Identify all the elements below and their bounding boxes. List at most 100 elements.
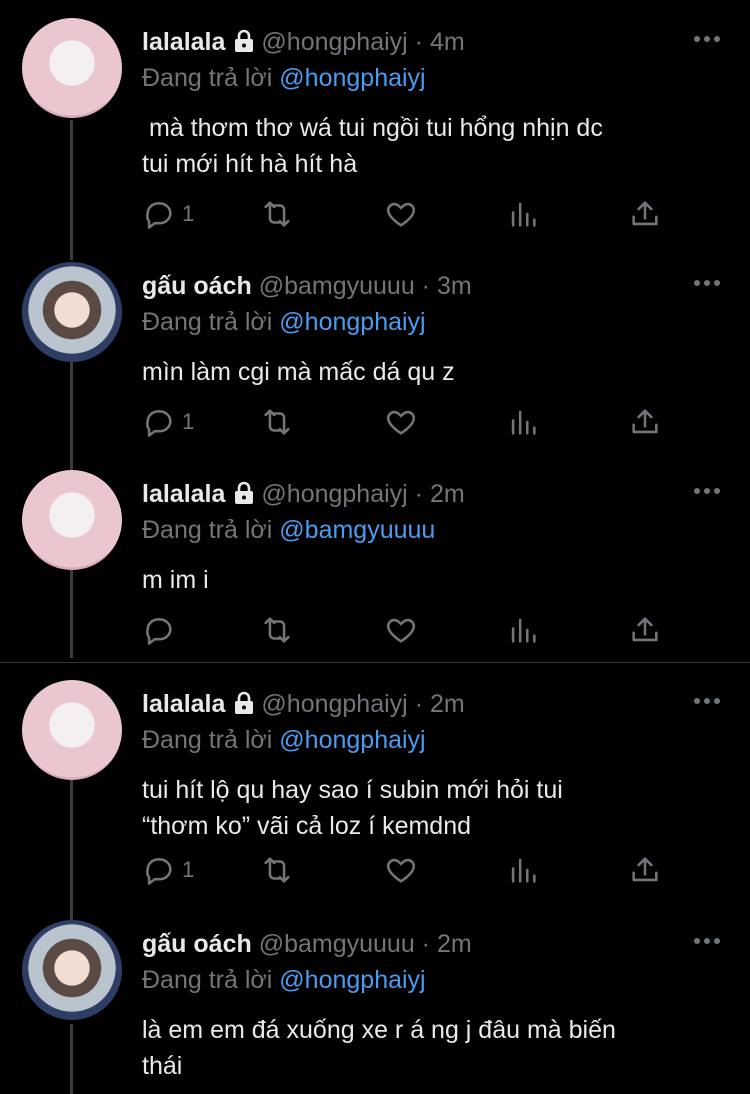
like-button[interactable]: [384, 404, 418, 440]
views-button[interactable]: [506, 404, 540, 440]
reply-button[interactable]: 1: [142, 196, 194, 232]
timestamp[interactable]: 2m: [437, 930, 472, 958]
retweet-icon: [264, 201, 290, 227]
views-button[interactable]: [506, 612, 540, 648]
user-handle[interactable]: @hongphaiyj: [261, 690, 407, 718]
avatar[interactable]: [22, 470, 122, 570]
reply-icon: [146, 410, 172, 437]
like-button[interactable]: [384, 196, 418, 232]
thread-connector-line: [70, 120, 73, 260]
tweet-actions: 1: [142, 852, 682, 892]
more-icon[interactable]: [692, 696, 722, 706]
conversation-divider: [0, 662, 750, 663]
user-handle[interactable]: @hongphaiyj: [261, 480, 407, 508]
replying-to: Đang trả lời @hongphaiyj: [142, 308, 426, 337]
separator-dot: ·: [407, 28, 430, 56]
tweet-actions: [142, 612, 682, 652]
views-icon: [511, 410, 536, 435]
reply-icon: [146, 202, 172, 229]
timestamp[interactable]: 2m: [430, 690, 465, 718]
share-button[interactable]: [628, 196, 662, 232]
views-icon: [511, 858, 536, 883]
timestamp[interactable]: 3m: [437, 272, 472, 300]
retweet-icon: [264, 617, 290, 643]
more-icon[interactable]: [692, 34, 722, 44]
replying-to-label: Đang trả lời: [142, 726, 273, 754]
replying-to: Đang trả lời @hongphaiyj: [142, 966, 426, 995]
reply-button[interactable]: 1: [142, 852, 194, 888]
share-button[interactable]: [628, 404, 662, 440]
tweet-header: gấu oách @bamgyuuuu · 2m: [142, 930, 472, 959]
more-icon[interactable]: [692, 486, 722, 496]
separator-dot: ·: [407, 690, 430, 718]
user-handle[interactable]: @bamgyuuuu: [259, 272, 415, 300]
display-name[interactable]: lalalala: [142, 690, 225, 718]
like-icon: [386, 618, 416, 643]
reply-mention-link[interactable]: @hongphaiyj: [279, 726, 425, 754]
reply-mention-link[interactable]: @hongphaiyj: [279, 64, 425, 92]
timestamp[interactable]: 2m: [430, 480, 465, 508]
views-button[interactable]: [506, 196, 540, 232]
views-button[interactable]: [506, 852, 540, 888]
reply-mention-link[interactable]: @hongphaiyj: [279, 966, 425, 994]
reply-button[interactable]: 1: [142, 404, 194, 440]
tweet-header: lalalala @hongphaiyj · 4m: [142, 28, 465, 57]
reply-count: 1: [182, 201, 195, 226]
more-icon[interactable]: [692, 936, 722, 946]
more-icon[interactable]: [692, 278, 722, 288]
share-button[interactable]: [628, 612, 662, 648]
replying-to: Đang trả lời @hongphaiyj: [142, 726, 426, 755]
tweet-actions: 1: [142, 196, 682, 236]
reply-mention-link[interactable]: @bamgyuuuu: [279, 516, 435, 544]
display-name[interactable]: lalalala: [142, 28, 225, 56]
views-icon: [511, 202, 536, 227]
avatar[interactable]: [22, 262, 122, 362]
like-icon: [386, 202, 416, 227]
display-name[interactable]: gấu oách: [142, 272, 252, 300]
tweet-text: m im i: [142, 566, 209, 594]
like-icon: [386, 410, 416, 435]
timestamp[interactable]: 4m: [430, 28, 465, 56]
replying-to-label: Đang trả lời: [142, 516, 273, 544]
user-handle[interactable]: @bamgyuuuu: [259, 930, 415, 958]
retweet-button[interactable]: [260, 852, 294, 888]
lock-icon: [235, 481, 254, 504]
reply-count: 1: [182, 409, 195, 434]
retweet-button[interactable]: [260, 196, 294, 232]
like-button[interactable]: [384, 612, 418, 648]
like-button[interactable]: [384, 852, 418, 888]
share-icon: [632, 617, 658, 642]
display-name[interactable]: gấu oách: [142, 930, 252, 958]
reply-button[interactable]: [142, 612, 182, 648]
separator-dot: ·: [414, 272, 437, 300]
views-icon: [511, 618, 536, 643]
replying-to-label: Đang trả lời: [142, 308, 273, 336]
retweet-button[interactable]: [260, 612, 294, 648]
thread-connector-line: [70, 1024, 73, 1094]
separator-dot: ·: [414, 930, 437, 958]
display-name[interactable]: lalalala: [142, 480, 225, 508]
replying-to-label: Đang trả lời: [142, 64, 273, 92]
avatar[interactable]: [22, 18, 122, 118]
reply-mention-link[interactable]: @hongphaiyj: [279, 308, 425, 336]
retweet-icon: [264, 409, 290, 435]
reply-count: 1: [182, 857, 195, 882]
thread-connector-line: [70, 346, 73, 476]
avatar[interactable]: [22, 920, 122, 1020]
retweet-icon: [264, 857, 290, 883]
tweet-header: gấu oách @bamgyuuuu · 3m: [142, 272, 472, 301]
user-handle[interactable]: @hongphaiyj: [261, 28, 407, 56]
tweet-header: lalalala @hongphaiyj · 2m: [142, 480, 465, 509]
separator-dot: ·: [407, 480, 430, 508]
share-icon: [632, 201, 658, 226]
like-icon: [386, 858, 416, 883]
tweet-text: mìn làm cgi mà mấc dá qu z: [142, 358, 455, 386]
share-button[interactable]: [628, 852, 662, 888]
tweet-header: lalalala @hongphaiyj · 2m: [142, 690, 465, 719]
lock-icon: [235, 29, 254, 52]
retweet-button[interactable]: [260, 404, 294, 440]
share-icon: [632, 857, 658, 882]
avatar[interactable]: [22, 680, 122, 780]
lock-icon: [235, 691, 254, 714]
share-icon: [632, 409, 658, 434]
